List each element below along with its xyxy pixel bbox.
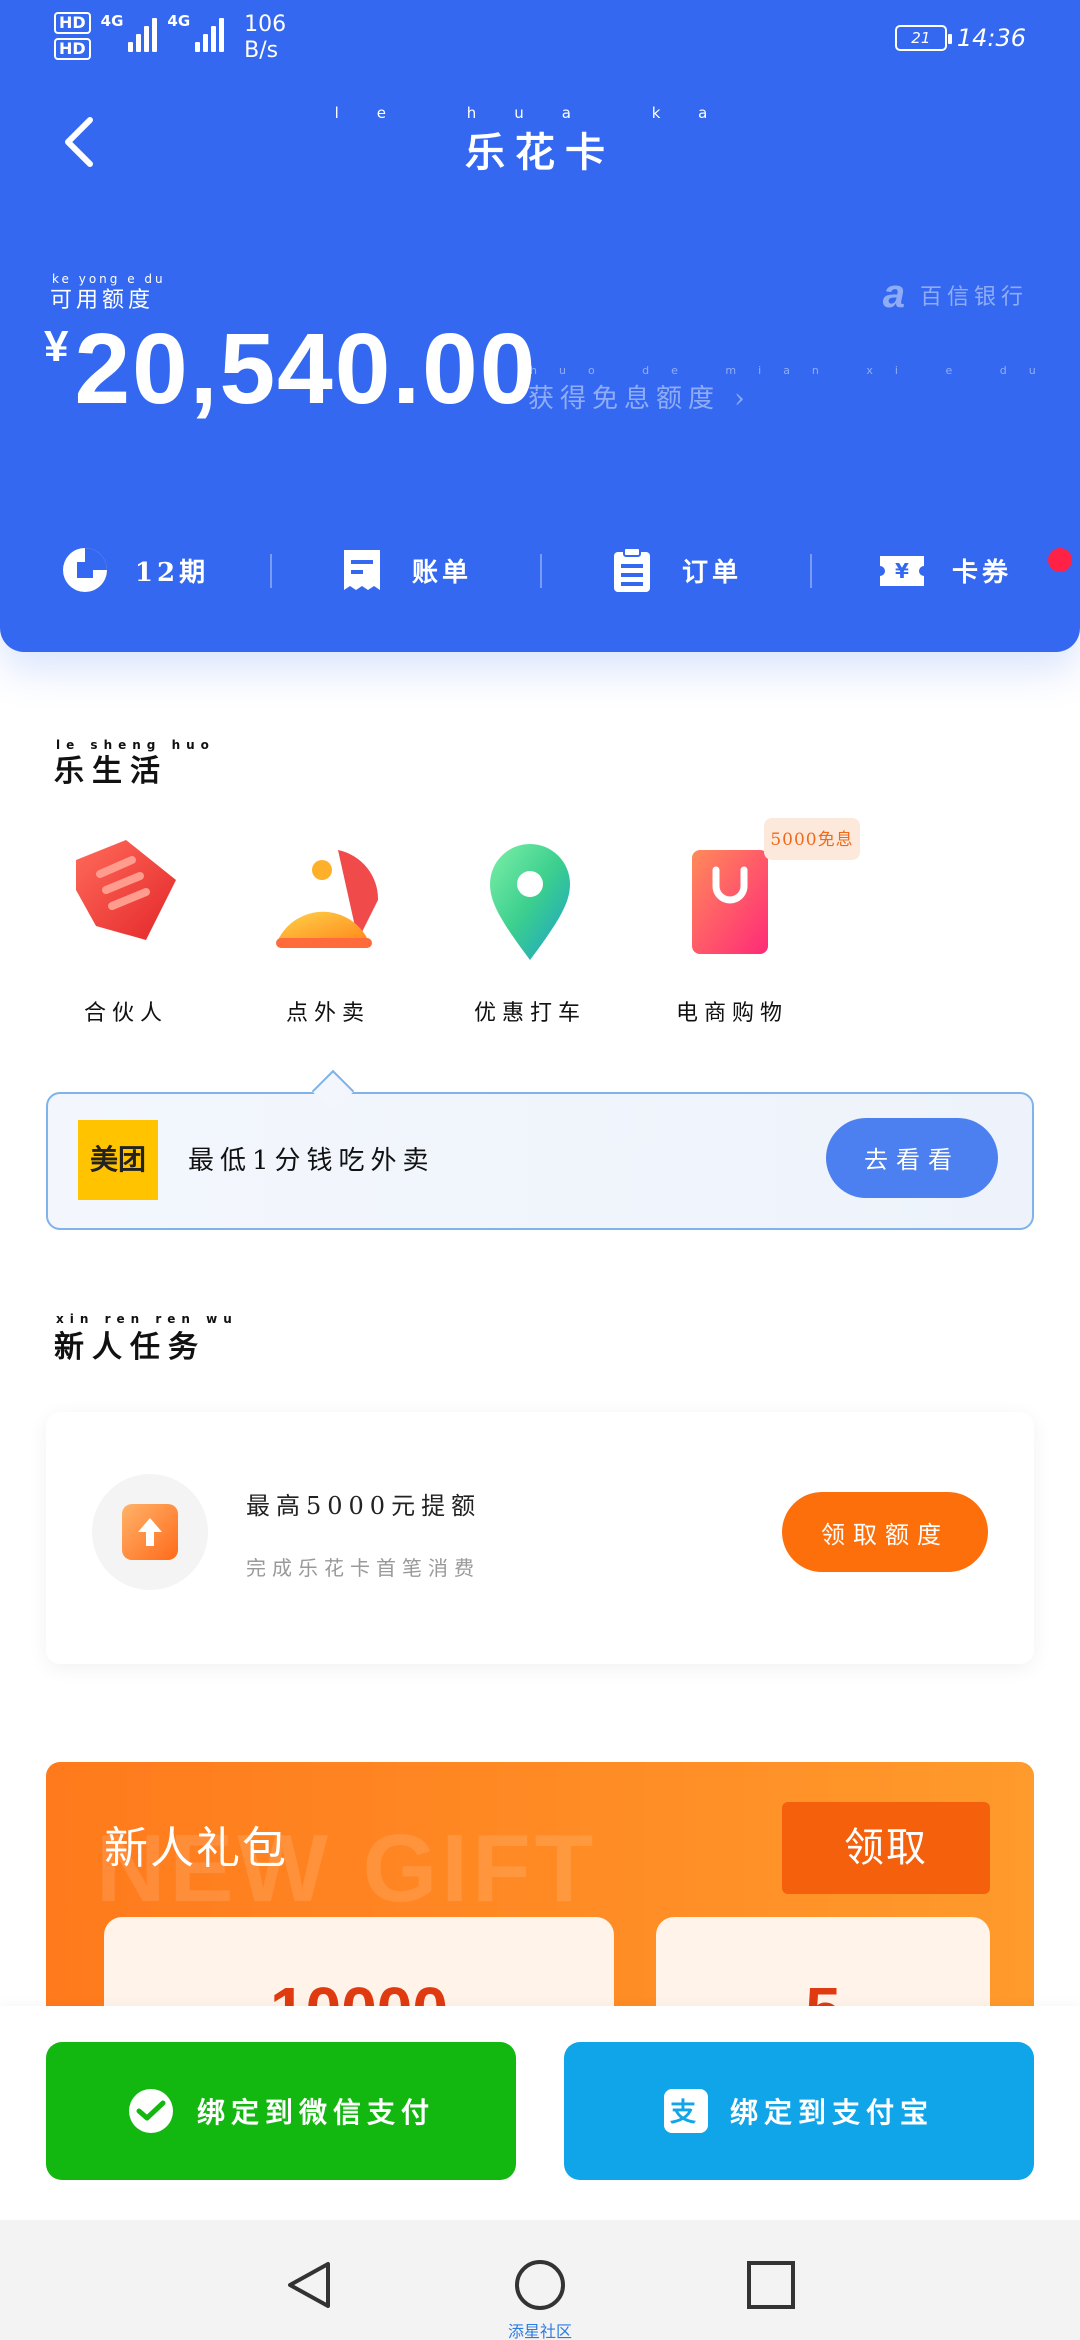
interest-free-pinyin: huo de mian xi e du xyxy=(530,364,1058,377)
wechat-pay-icon xyxy=(128,2089,173,2133)
life-item-partner[interactable]: 合伙人 xyxy=(26,810,226,1040)
meituan-logo: 美团 xyxy=(78,1120,158,1200)
location-pin-icon xyxy=(490,844,570,960)
svg-text:¥: ¥ xyxy=(895,559,909,583)
section-title-tasks: 新人任务 xyxy=(54,1330,206,1365)
header-panel: HD HD 4G 4G 106 B/s 21 14:36 le hua ka 乐… xyxy=(0,0,1080,652)
takeout-bell-icon xyxy=(276,850,379,948)
installment-icon xyxy=(62,548,107,592)
gift-tile: 10000 xyxy=(104,1917,614,2012)
task-title: 最高5000元提额 xyxy=(246,1492,482,1520)
nav-back-icon[interactable] xyxy=(282,2258,336,2312)
interest-free-badge: 5000免息 xyxy=(764,818,860,860)
life-item-takeout[interactable]: 点外卖 xyxy=(228,810,428,1040)
alipay-icon: 支 xyxy=(663,2089,708,2133)
life-item-taxi[interactable]: 优惠打车 xyxy=(430,810,630,1040)
notification-dot xyxy=(1048,548,1072,572)
quick-action-bill[interactable]: 账单 xyxy=(270,530,540,610)
section-title-life: 乐生活 xyxy=(54,754,168,789)
quick-actions: 12期 账单 订单 ¥ 卡券 xyxy=(0,530,1080,610)
battery-icon: 21 xyxy=(894,25,952,51)
clock: 14:36 xyxy=(956,24,1026,52)
status-bar: HD HD 4G 4G 106 B/s 21 14:36 xyxy=(0,0,1080,80)
new-user-gift-card: NEW GIFT 新人礼包 领取 10000 5 xyxy=(46,1762,1034,2012)
page-title: 乐花卡 xyxy=(465,129,615,176)
task-subtitle: 完成乐花卡首笔消费 xyxy=(246,1556,480,1580)
signal-icon: 4G xyxy=(167,12,225,52)
chevron-right-icon: › xyxy=(734,384,751,414)
available-credit-label: 可用额度 xyxy=(50,288,155,313)
arrow-up-icon xyxy=(122,1504,178,1560)
community-watermark: 添星社区 xyxy=(507,2322,572,2340)
interest-free-link[interactable]: 获得免息额度 › xyxy=(528,378,751,415)
nav-recents-icon[interactable] xyxy=(744,2258,798,2312)
gift-title: 新人礼包 xyxy=(104,1823,288,1874)
svg-text:支: 支 xyxy=(670,2098,702,2128)
nav-home-icon[interactable] xyxy=(513,2258,567,2312)
network-speed: 106 B/s xyxy=(244,12,287,63)
new-user-task-card: 最高5000元提额 完成乐花卡首笔消费 领取额度 xyxy=(46,1412,1034,1664)
credit-value: 20,540.00 xyxy=(74,313,538,425)
meituan-promo-banner[interactable]: 美团 最低1分钱吃外卖 去看看 xyxy=(46,1092,1034,1230)
currency-symbol: ¥ xyxy=(44,322,69,371)
quick-action-installment[interactable]: 12期 xyxy=(0,530,270,610)
quick-action-coupon[interactable]: ¥ 卡券 xyxy=(810,530,1080,610)
available-credit-amount: ¥ 20,540.00 xyxy=(44,312,537,427)
bind-wechat-button[interactable]: 绑定到微信支付 xyxy=(46,2042,516,2180)
bind-alipay-button[interactable]: 支 绑定到支付宝 xyxy=(564,2042,1034,2180)
bind-payment-bar: 绑定到微信支付 支 绑定到支付宝 xyxy=(0,2006,1080,2220)
coupon-icon: ¥ xyxy=(879,556,924,586)
bill-icon xyxy=(343,550,380,590)
hd-badge: HD xyxy=(54,12,91,34)
go-look-button[interactable]: 去看看 xyxy=(826,1118,998,1198)
task-icon xyxy=(92,1474,208,1590)
claim-gift-button[interactable]: 领取 xyxy=(782,1802,990,1894)
bank-logo-icon: a xyxy=(882,272,910,316)
bank-name: 百信银行 xyxy=(919,284,1028,310)
bank-brand: a 百信银行 xyxy=(883,272,1028,317)
signal-icon: 4G xyxy=(101,12,158,52)
promo-text: 最低1分钱吃外卖 xyxy=(188,1146,435,1176)
life-services: 合伙人 点外卖 优惠打车 电商购物 xyxy=(0,810,1080,1040)
claim-credit-button[interactable]: 领取额度 xyxy=(782,1492,988,1572)
hd-badge: HD xyxy=(54,38,91,60)
partner-icon xyxy=(76,840,176,940)
gift-tile: 5 xyxy=(656,1917,990,2012)
quick-action-order[interactable]: 订单 xyxy=(540,530,810,610)
order-icon xyxy=(613,547,650,592)
